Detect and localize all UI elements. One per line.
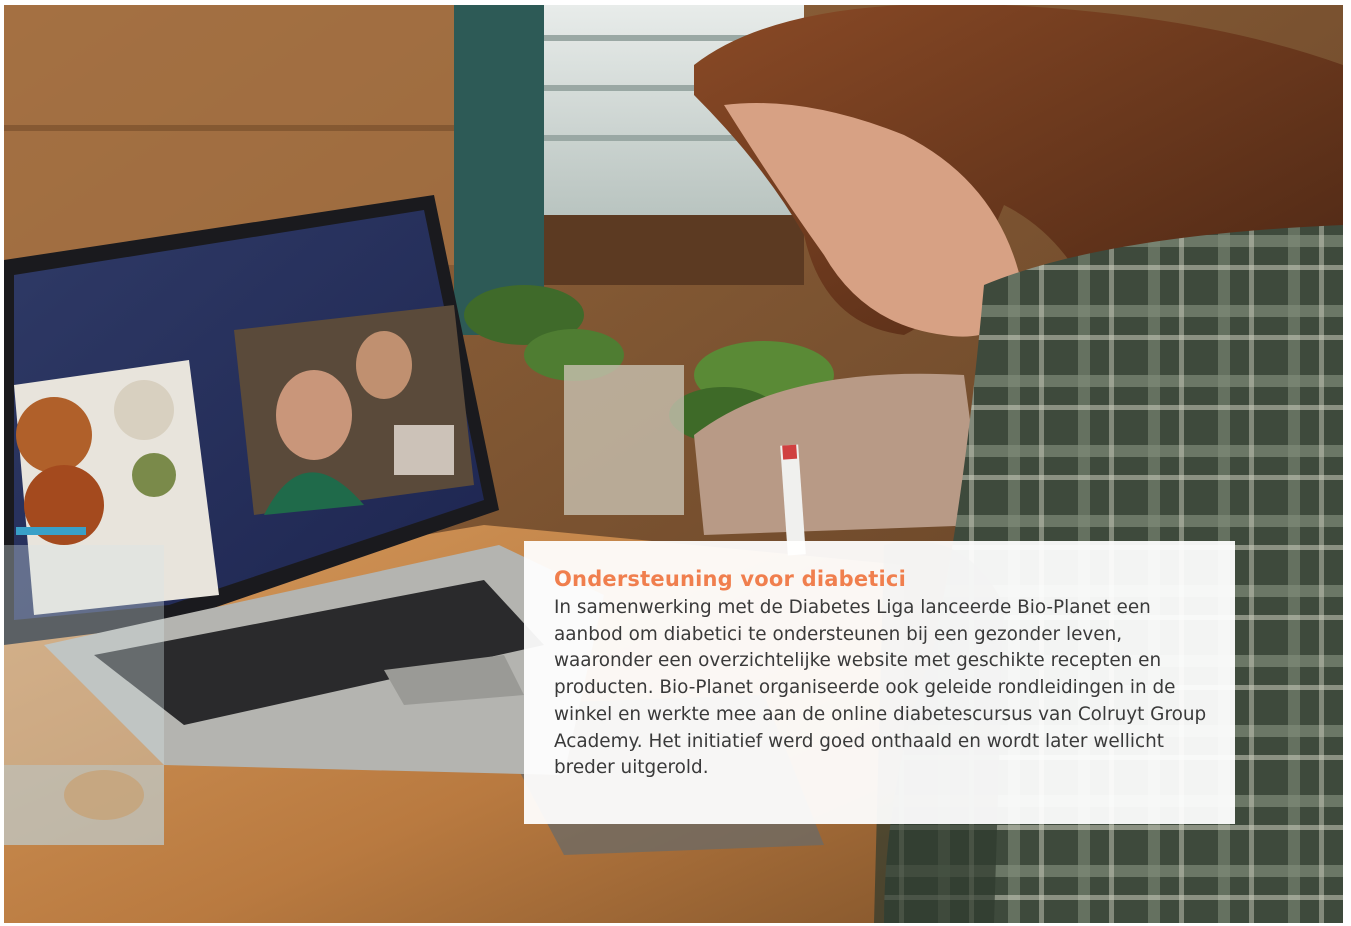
- caption-body: In samenwerking met de Diabetes Liga lan…: [554, 597, 1207, 779]
- caption-title: Ondersteuning voor diabetici: [554, 567, 906, 591]
- caption-panel: Ondersteuning voor diabetici In samenwer…: [524, 541, 1235, 824]
